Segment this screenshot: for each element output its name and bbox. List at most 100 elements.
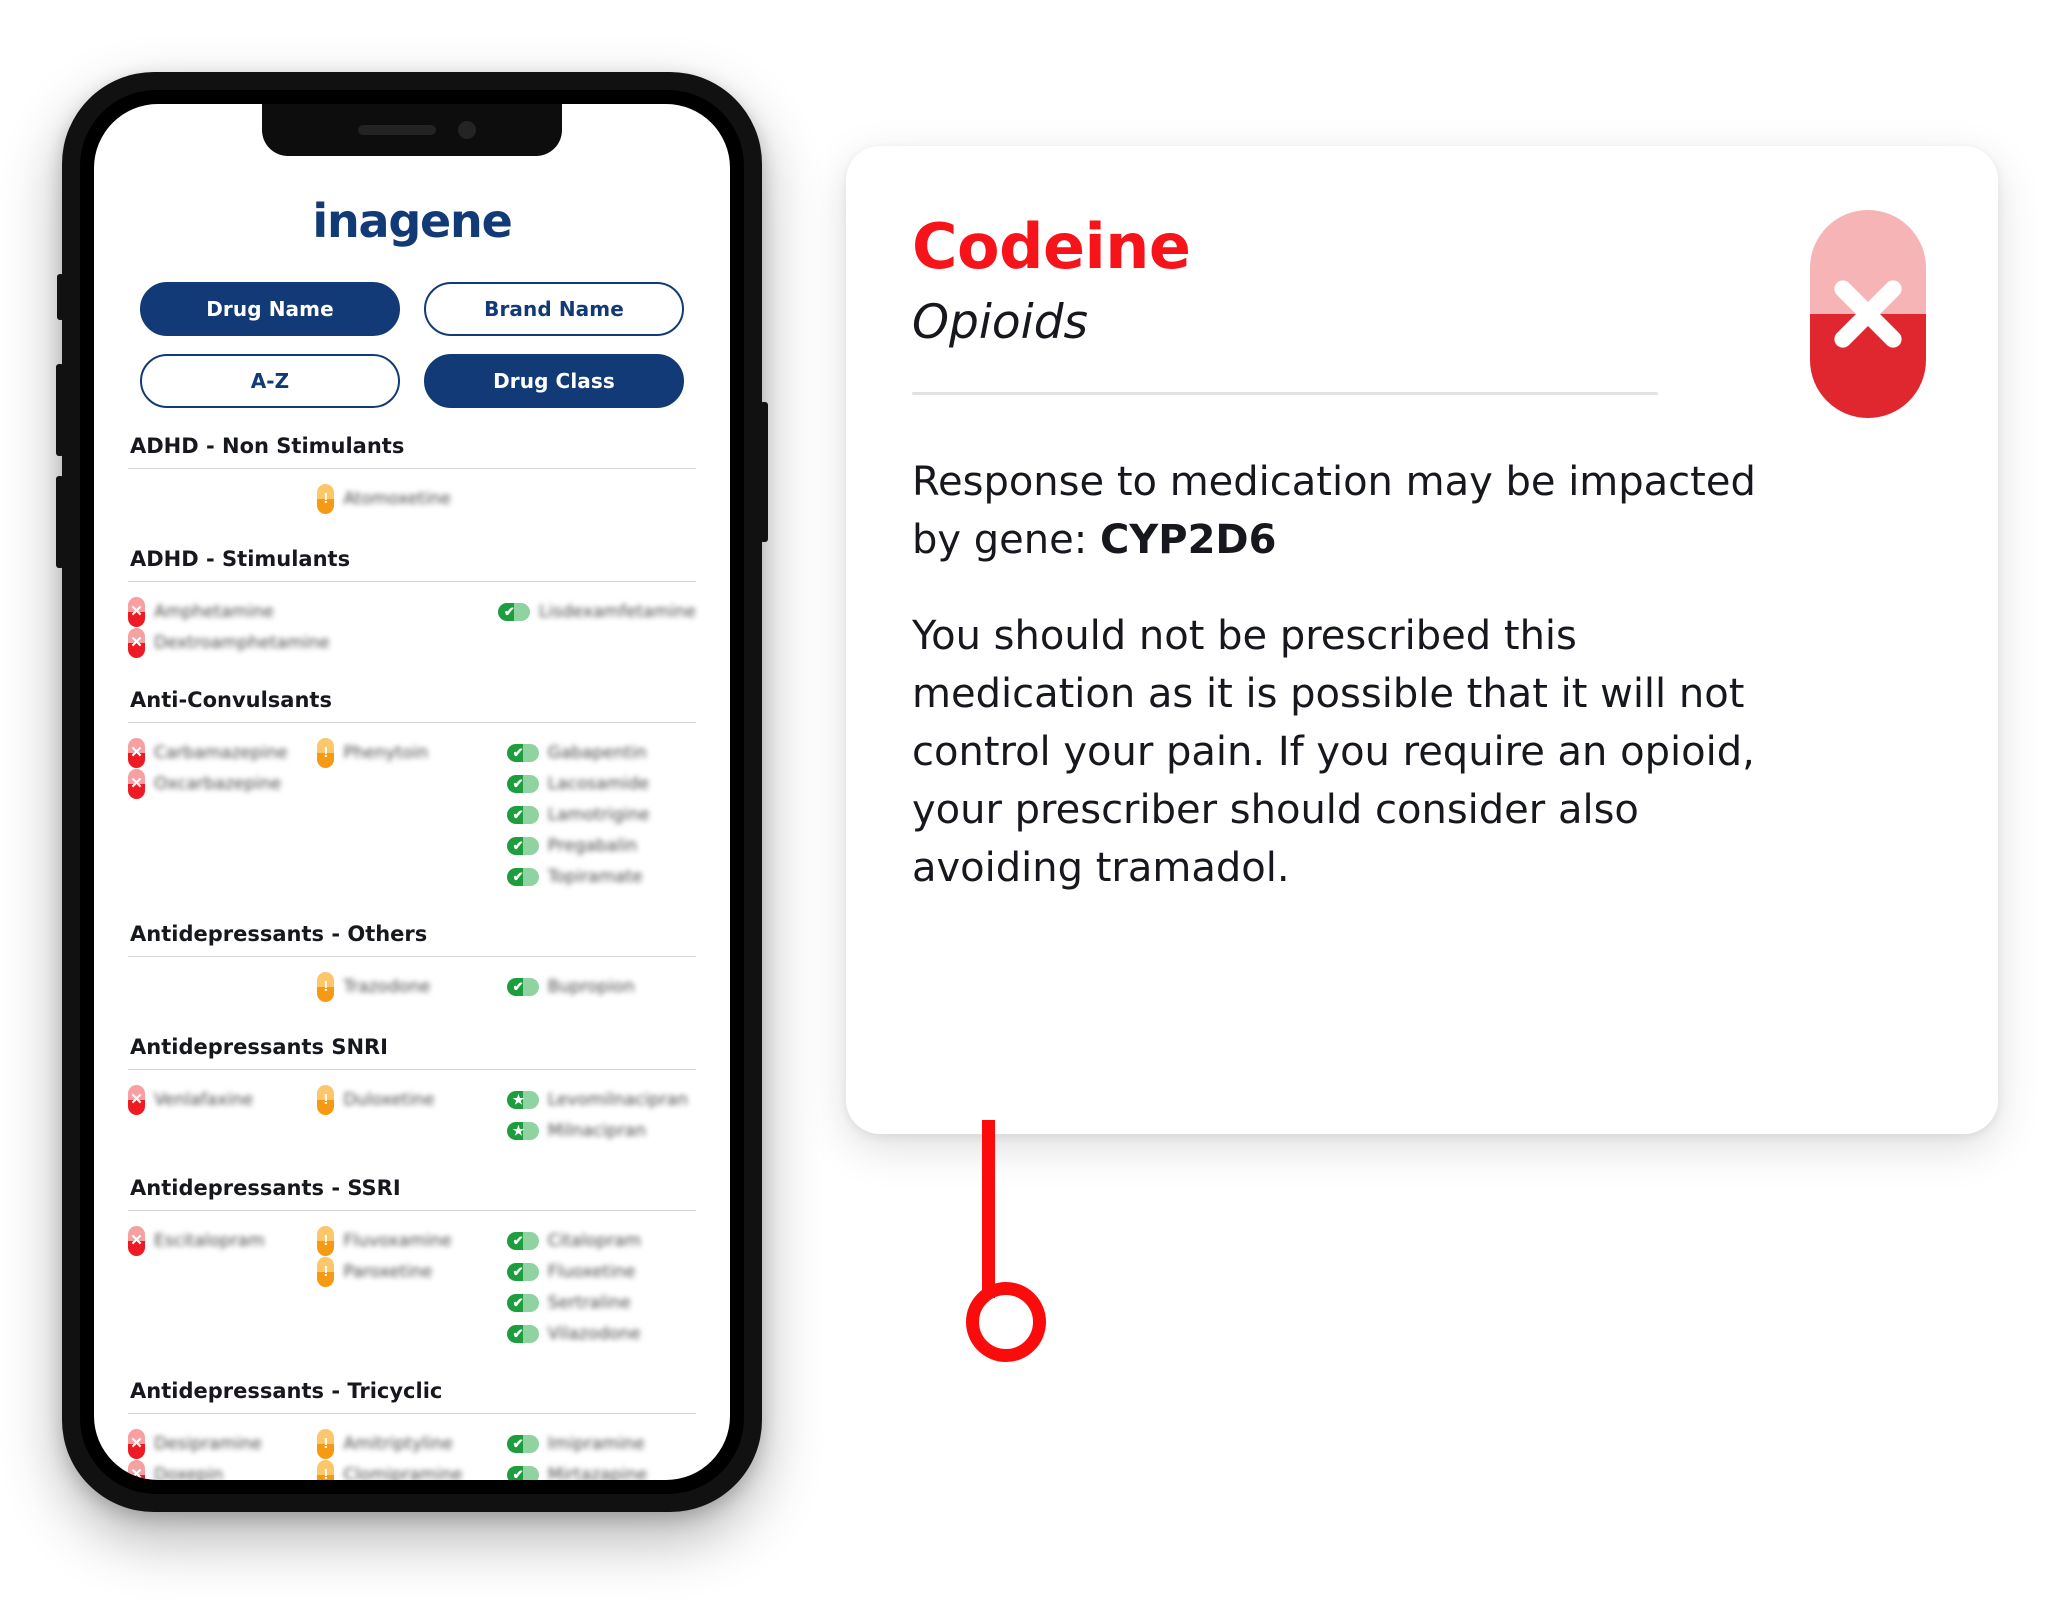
drug-column: ! Duloxetine [317,1084,506,1115]
app-content: inagene Drug Name Brand Name A-Z Drug Class… [94,104,730,1480]
red-x-pill-icon: ✕ [128,1459,145,1480]
phone-notch [262,104,562,156]
drug-list-item[interactable]: ✕ Escitalopram [128,1225,317,1256]
section-title: ADHD - Stimulants [130,547,351,571]
drug-item-label: Desipramine [154,1433,262,1454]
drug-name-title: Codeine [912,210,1191,283]
drug-list-item[interactable]: ✕ Amphetamine [128,596,330,627]
phone-volume-up-button[interactable] [56,364,64,456]
drug-list-item[interactable]: ✔ Topiramate [506,861,696,892]
drug-list-item[interactable]: ✔ Lamotrigine [506,799,696,830]
drug-column: ✕ Amphetamine ✕ Dextroamphetamine [128,596,330,658]
drug-list-item[interactable]: ! Atomoxetine [317,483,506,514]
drug-list-item[interactable]: ✕ Oxcarbazepine [128,768,317,799]
red-x-pill-icon: ✕ [128,1428,145,1459]
capsule-x-mark [1810,210,1926,418]
drug-item-label: Lisdexamfetamine [538,601,696,622]
phone-volume-down-button[interactable] [56,476,64,568]
section-title: Antidepressants - Tricyclic [130,1379,443,1403]
filter-chip-brand-name[interactable]: Brand Name [424,282,684,336]
drug-item-label: Topiramate [547,866,643,887]
card-divider [912,392,1658,396]
section-divider [128,468,696,469]
section-divider [128,956,696,957]
green-check-pill-icon: ✔ [506,1231,539,1250]
amber-caution-pill-icon: ! [317,483,335,514]
drug-list-item[interactable]: ✕ Carbamazepine [128,737,317,768]
drug-class-subtitle: Opioids [912,295,1089,351]
drug-list-item[interactable]: ! Paroxetine [317,1256,506,1287]
drug-column: ✔ Bupropion [506,971,696,1002]
section-columns: ✕ Escitalopram! Fluvoxamine ! Paroxetine ✔ Cit… [128,1225,696,1349]
drug-list-item[interactable]: ! Duloxetine [317,1084,506,1115]
filter-chip-a-z[interactable]: A-Z [140,354,400,408]
drug-list-item[interactable]: ! Phenytoin [317,737,506,768]
section-columns: ✕ Carbamazepine ✕ Oxcarbazepine! Phenytoin ✔ G… [128,737,696,892]
drug-item-label: Bupropion [547,976,635,997]
pointer-ring [966,1282,1046,1362]
drug-list-item[interactable]: ✔ Vilazodone [506,1318,696,1349]
drug-list-item[interactable]: ! Clomipramine [317,1459,506,1480]
pointer-stem [982,1120,995,1298]
drug-list-item[interactable]: ! Fluvoxamine [317,1225,506,1256]
drug-column: ✕ Venlafaxine [128,1084,317,1115]
drug-column: ✕ Carbamazepine ✕ Oxcarbazepine [128,737,317,799]
drug-column: ! Trazodone [317,971,506,1002]
drug-list-item[interactable]: ! Amitriptyline [317,1428,506,1459]
section-title: Antidepressants SNRI [130,1035,388,1059]
drug-column: ! Atomoxetine [317,483,506,514]
drug-list-item[interactable]: ✕ Desipramine [128,1428,317,1459]
drug-list-item[interactable]: ✔ Fluoxetine [506,1256,696,1287]
filter-chip-drug-class[interactable]: Drug Class [424,354,684,408]
amber-caution-pill-icon: ! [317,1225,335,1256]
drug-item-label: Gabapentin [547,742,647,763]
green-check-pill-icon: ✔ [506,1262,539,1281]
phone-bezel: inagene Drug Name Brand Name A-Z Drug Class… [80,90,744,1494]
green-check-pill-icon: ✔ [506,1434,539,1453]
section-divider [128,1069,696,1070]
drug-list-item[interactable]: ✕ Dextroamphetamine [128,627,330,658]
drug-list-item[interactable]: ✔ Lisdexamfetamine [497,596,696,627]
drug-column: ✔ Imipramine ✔ Mirtazapine [506,1428,696,1480]
drug-item-label: Fluvoxamine [343,1230,452,1251]
drug-list-item[interactable]: ★ Milnacipran [506,1115,696,1146]
section-title: Antidepressants - SSRI [130,1176,401,1200]
phone-silent-switch[interactable] [57,274,64,320]
drug-list-item[interactable]: ✔ Imipramine [506,1428,696,1459]
section-columns: ✕ Venlafaxine! Duloxetine ★ Levomilnacipran ★… [128,1084,696,1146]
drug-list-item[interactable]: ✔ Bupropion [506,971,696,1002]
section-title: ADHD - Non Stimulants [130,434,405,458]
drug-list-item[interactable]: ✕ Venlafaxine [128,1084,317,1115]
drug-list: ADHD - Non Stimulants ! Atomoxetine ADHD - … [128,434,696,1480]
phone-power-button[interactable] [760,402,768,542]
drug-item-label: Doxepin [154,1464,224,1481]
green-check-pill-icon: ✔ [497,602,530,621]
drug-list-item[interactable]: ✕ Doxepin [128,1459,317,1480]
section-columns: ✕ Desipramine ✕ Doxepin ! Amitriptyline! Clomi… [128,1428,696,1480]
drug-item-label: Escitalopram [154,1230,265,1251]
drug-item-label: Pregabalin [547,835,638,856]
drug-column: ★ Levomilnacipran ★ Milnacipran [506,1084,696,1146]
filter-chip-drug-name[interactable]: Drug Name [140,282,400,336]
green-check-pill-icon: ✔ [506,977,539,996]
drug-list-item[interactable]: ✔ Gabapentin [506,737,696,768]
drug-list-item[interactable]: ✔ Sertraline [506,1287,696,1318]
section-divider [128,1413,696,1414]
red-x-pill-icon: ✕ [128,1084,145,1115]
drug-list-item[interactable]: ✔ Lacosamide [506,768,696,799]
drug-column: ✕ Desipramine ✕ Doxepin [128,1428,317,1480]
drug-item-label: Citalopram [547,1230,642,1251]
drug-list-item[interactable]: ✔ Pregabalin [506,830,696,861]
drug-list-item[interactable]: ★ Levomilnacipran [506,1084,696,1115]
drug-item-label: Phenytoin [343,742,429,763]
drug-list-item[interactable]: ✔ Mirtazapine [506,1459,696,1480]
section-title: Anti-Convulsants [130,688,332,712]
phone-screen: inagene Drug Name Brand Name A-Z Drug Class… [94,104,730,1480]
screenshot-root: inagene Drug Name Brand Name A-Z Drug Class… [0,0,2061,1605]
drug-item-label: Clomipramine [343,1464,463,1481]
drug-list-item[interactable]: ! Trazodone [317,971,506,1002]
drug-list-item[interactable]: ✔ Citalopram [506,1225,696,1256]
green-check-pill-icon: ✔ [506,1465,539,1480]
drug-item-label: Amphetamine [154,601,274,622]
green-check-pill-icon: ✔ [506,805,539,824]
